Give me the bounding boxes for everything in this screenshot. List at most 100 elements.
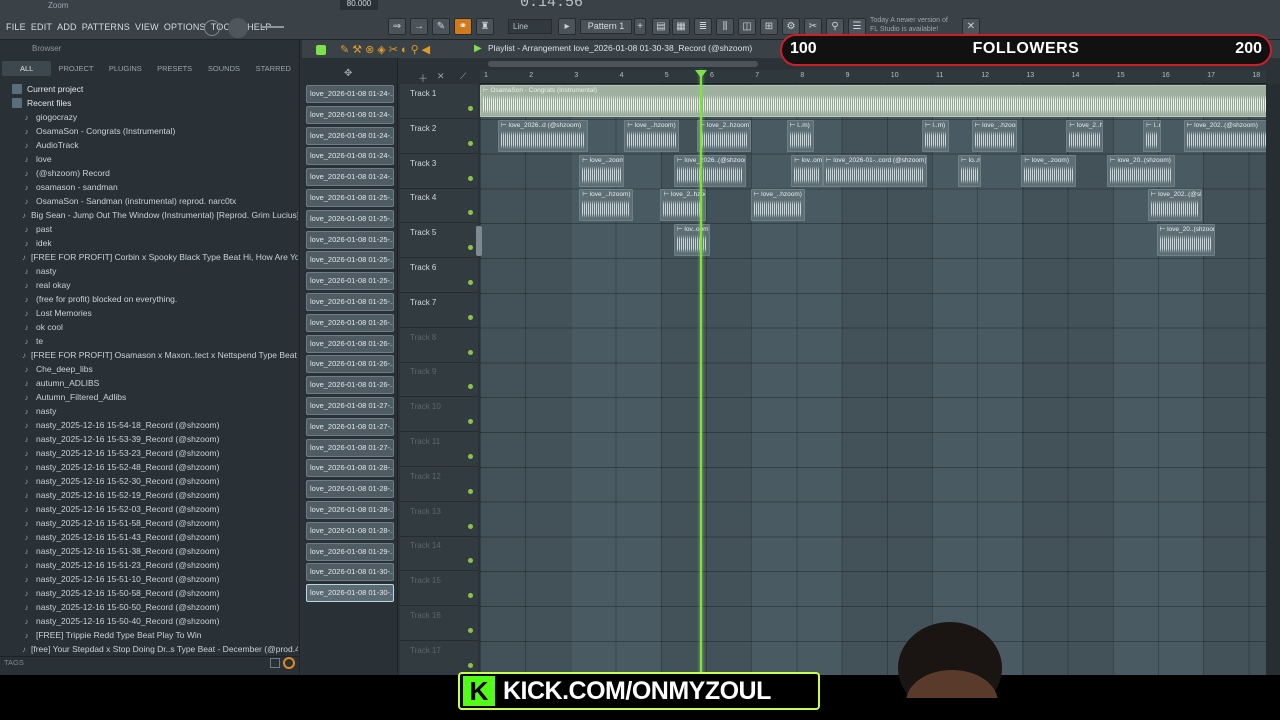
browser-item[interactable]: ♪ Lost Memories bbox=[6, 306, 298, 320]
menu-patterns[interactable]: PATTERNS bbox=[82, 22, 130, 32]
track-enable-led[interactable] bbox=[468, 662, 473, 668]
tab-plugins[interactable]: PLUGINS bbox=[101, 61, 150, 76]
close-icon[interactable]: ✕ bbox=[962, 18, 980, 35]
browser-item[interactable]: ♪ [FREE] Trippie Redd Type Beat Play To W… bbox=[6, 628, 298, 642]
tool-icons-row[interactable]: ✎⚒⊗◈✂◐⚲◀ bbox=[340, 43, 433, 56]
track-enable-led[interactable] bbox=[468, 523, 473, 529]
browser-item[interactable]: ♪ nasty bbox=[6, 404, 298, 418]
browser-item[interactable]: ♪ nasty_2025-12-16 15-54-18_Record (@shzo… bbox=[6, 418, 298, 432]
bpm-display[interactable]: 80.000 bbox=[340, 0, 378, 10]
audio-clip[interactable]: ⊢ love_202..(@shzoom) bbox=[1147, 189, 1202, 222]
tab-project[interactable]: PROJECT bbox=[51, 61, 100, 76]
arrow-right-icon[interactable]: → bbox=[410, 18, 428, 35]
horizontal-scrollbar[interactable] bbox=[488, 61, 758, 67]
picker-clip[interactable]: love_2026-01-08 01-25-... bbox=[306, 209, 394, 228]
browser-item[interactable]: ♪ (free for profit) blocked on everything… bbox=[6, 292, 298, 306]
master-pitch-slider[interactable] bbox=[262, 26, 284, 28]
tab-sounds[interactable]: SOUNDS bbox=[199, 61, 248, 76]
audio-clip[interactable]: ⊢ love_2026..(@shzoom) bbox=[673, 154, 747, 187]
picker-clip[interactable]: love_2026-01-08 01-30-... bbox=[306, 584, 394, 603]
browser-item[interactable]: ♪ nasty_2025-12-16 15-53-23_Record (@shzo… bbox=[6, 446, 298, 460]
track-enable-led[interactable] bbox=[468, 628, 473, 633]
track-enable-led[interactable] bbox=[468, 454, 473, 459]
tags-label[interactable]: TAGS bbox=[4, 658, 24, 667]
track-header[interactable]: Track 10 bbox=[400, 397, 478, 433]
browser-item[interactable]: ♪ nasty_2025-12-16 15-51-23_Record (@shzo… bbox=[6, 558, 298, 572]
plugin-icon[interactable]: ⊞ bbox=[760, 18, 778, 35]
track-header[interactable]: Track 3 bbox=[400, 154, 478, 189]
picker-clip[interactable]: love_2026-01-08 01-28-... bbox=[306, 521, 394, 540]
tab-presets[interactable]: PRESETS bbox=[150, 61, 199, 76]
track-enable-led[interactable] bbox=[468, 175, 473, 181]
track-header[interactable]: Track 16 bbox=[400, 606, 478, 641]
pattern-selector[interactable]: Pattern 1 bbox=[580, 19, 632, 34]
picker-clip[interactable]: love_2026-01-08 01-26-... bbox=[306, 376, 394, 395]
tab-starred[interactable]: STARRED bbox=[249, 61, 298, 76]
browser-item[interactable]: ♪ nasty_2025-12-16 15-51-43_Record (@shzo… bbox=[6, 530, 298, 544]
audio-clip[interactable]: ⊢ love_2..hzoom) bbox=[696, 119, 751, 152]
browser-item[interactable]: ♪ AudioTrack bbox=[6, 138, 298, 152]
track-header[interactable]: Track 17 bbox=[400, 641, 478, 676]
playhead[interactable] bbox=[700, 70, 702, 675]
track-header[interactable]: Track 13 bbox=[400, 502, 478, 537]
browser-icon[interactable]: ◫ bbox=[738, 18, 756, 35]
picker-clip[interactable]: love_2026-01-08 01-26-... bbox=[306, 334, 394, 353]
audio-clip[interactable]: ⊢ love_2026..d (@shzoom) bbox=[498, 119, 589, 152]
browser-item[interactable]: Recent files bbox=[6, 96, 298, 110]
track-header[interactable]: Track 15 bbox=[400, 571, 478, 607]
track-header[interactable]: Track 7 bbox=[400, 293, 478, 328]
browser-item[interactable]: ♪ giogocrazy bbox=[6, 110, 298, 124]
pencil-icon[interactable]: ✎ bbox=[432, 18, 450, 35]
track-enable-led[interactable] bbox=[468, 384, 473, 390]
track-header[interactable]: Track 12 bbox=[400, 467, 478, 502]
browser-item[interactable]: ♪ osamason - sandman bbox=[6, 180, 298, 194]
track-enable-led[interactable] bbox=[468, 558, 473, 564]
magnet-icon[interactable] bbox=[316, 45, 326, 55]
picker-clip[interactable]: love_2026-01-08 01-25-... bbox=[306, 293, 394, 311]
move-icon[interactable]: ✥ bbox=[344, 68, 352, 79]
track-enable-led[interactable] bbox=[468, 349, 473, 355]
picker-clip[interactable]: love_2026-01-08 01-24-... bbox=[306, 126, 394, 145]
playlist-icon[interactable]: ▤ bbox=[652, 18, 670, 35]
picker-clip[interactable]: love_2026-01-08 01-30-... bbox=[306, 563, 394, 582]
picker-clip[interactable]: love_2026-01-08 01-26-... bbox=[306, 313, 394, 332]
audio-clip[interactable]: ⊢ love_2..hzoom) bbox=[1066, 119, 1103, 152]
arrow-right-icon[interactable]: ⇒ bbox=[388, 18, 406, 35]
audio-clip[interactable]: ⊢ love_..hzoom) bbox=[750, 189, 805, 222]
stamp-icon[interactable]: ♜ bbox=[476, 18, 494, 35]
audio-clip[interactable]: ⊢ OsamaSon - Congrats (Instrumental) bbox=[480, 85, 1276, 117]
track-enable-led[interactable] bbox=[468, 419, 473, 425]
news-panel[interactable]: Today A newer version of FL Studio is ava… bbox=[870, 16, 970, 36]
browser-item[interactable]: Current project bbox=[6, 82, 298, 96]
picker-clip[interactable]: love_2026-01-08 01-28-... bbox=[306, 501, 394, 519]
track-header[interactable]: Track 11 bbox=[400, 432, 478, 467]
browser-item[interactable]: ♪ love bbox=[6, 152, 298, 166]
collapse-icon[interactable] bbox=[270, 658, 280, 668]
audio-clip[interactable]: ⊢ l..m) bbox=[1143, 119, 1162, 152]
browser-item[interactable]: ♪ nasty_2025-12-16 15-51-38_Record (@shzo… bbox=[6, 544, 298, 558]
tool-icon[interactable]: ☰ bbox=[848, 18, 866, 35]
browser-item[interactable]: ♪ nasty bbox=[6, 264, 298, 278]
picker-clip[interactable]: love_2026-01-08 01-25-... bbox=[306, 189, 394, 207]
track-enable-led[interactable] bbox=[468, 140, 473, 146]
audio-clip[interactable]: ⊢ love_20..(shzoom) bbox=[1107, 154, 1175, 187]
browser-item[interactable]: ♪ ok cool bbox=[6, 320, 298, 334]
picker-clip[interactable]: love_2026-01-08 01-27-... bbox=[306, 438, 394, 457]
track-scroll-handle[interactable] bbox=[476, 226, 482, 256]
browser-item[interactable]: ♪ [FREE FOR PROFIT] Corbin x Spooky Black… bbox=[6, 250, 298, 264]
playhead-marker-icon[interactable] bbox=[695, 70, 707, 78]
picker-clip[interactable]: love_2026-01-08 01-29-... bbox=[306, 542, 394, 561]
plugin-icon[interactable]: ⚙ bbox=[782, 18, 800, 35]
browser-item[interactable]: ♪ nasty_2025-12-16 15-52-03_Record (@shzo… bbox=[6, 502, 298, 516]
playlist-play-icon[interactable]: ▶ bbox=[474, 43, 482, 54]
browser-item[interactable]: ♪ nasty_2025-12-16 15-50-58_Record (@shzo… bbox=[6, 586, 298, 600]
browser-item[interactable]: ♪ OsamaSon - Congrats (Instrumental) bbox=[6, 124, 298, 138]
track-header[interactable]: Track 5 bbox=[400, 223, 478, 259]
picker-clip[interactable]: love_2026-01-08 01-24-... bbox=[306, 85, 394, 103]
track-enable-led[interactable] bbox=[468, 314, 473, 320]
browser-item[interactable]: ♪ nasty_2025-12-16 15-51-10_Record (@shzo… bbox=[6, 572, 298, 586]
menu-options[interactable]: OPTIONS bbox=[164, 22, 206, 32]
vertical-scrollbar[interactable] bbox=[1266, 84, 1280, 675]
picker-clip[interactable]: love_2026-01-08 01-24-... bbox=[306, 147, 394, 166]
browser-item[interactable]: ♪ (@shzoom) Record bbox=[6, 166, 298, 180]
